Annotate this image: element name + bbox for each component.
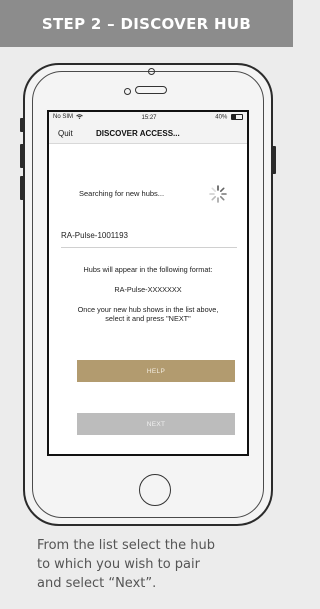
proximity-sensor xyxy=(124,88,131,95)
phone-screen: No SIM 15:27 40% Quit DISCOVER ACCESS...… xyxy=(47,110,249,456)
battery-percent: 40% xyxy=(215,114,228,121)
phone-volume-up-button xyxy=(20,144,24,168)
home-button[interactable] xyxy=(139,474,171,506)
instruction-caption: From the list select the hub to which yo… xyxy=(37,536,277,593)
status-time: 15:27 xyxy=(141,114,157,121)
battery-icon xyxy=(230,114,243,121)
caption-line-3: and select “Next”. xyxy=(37,576,157,591)
step-title: STEP 2 – DISCOVER HUB xyxy=(41,14,252,33)
earpiece-speaker xyxy=(135,86,167,94)
nav-title: DISCOVER ACCESS... xyxy=(96,128,180,138)
camera-icon xyxy=(148,68,155,75)
phone-mute-switch xyxy=(20,118,24,132)
caption-line-1: From the list select the hub xyxy=(37,538,215,553)
hub-list-divider xyxy=(61,247,237,248)
status-battery-group: 40% xyxy=(215,114,243,121)
searching-text: Searching for new hubs... xyxy=(79,189,165,198)
caption-line-2: to which you wish to pair xyxy=(37,557,200,572)
status-bar: No SIM 15:27 40% xyxy=(49,112,247,123)
quit-button[interactable]: Quit xyxy=(49,129,96,138)
format-info-text: Hubs will appear in the following format… xyxy=(83,265,213,274)
instruction-line-1: Once your new hub shows in the list abov… xyxy=(77,305,219,314)
step-header: STEP 2 – DISCOVER HUB xyxy=(0,0,293,47)
hub-list-item[interactable]: RA-Pulse-1001193 xyxy=(61,231,241,240)
phone-volume-down-button xyxy=(20,176,24,200)
nav-bar: Quit DISCOVER ACCESS... xyxy=(49,123,247,144)
search-status-row: Searching for new hubs... xyxy=(49,184,247,204)
status-carrier-group: No SIM xyxy=(53,114,83,121)
wifi-icon xyxy=(75,114,83,120)
help-button[interactable]: HELP xyxy=(77,360,235,382)
loading-spinner-icon xyxy=(209,185,227,203)
next-button[interactable]: NEXT xyxy=(77,413,235,435)
format-example-text: RA-Pulse-XXXXXXX xyxy=(114,285,182,294)
instruction-line-2: select it and press "NEXT" xyxy=(105,314,191,323)
help-button-label: HELP xyxy=(146,367,166,375)
next-button-label: NEXT xyxy=(146,420,166,428)
carrier-label: No SIM xyxy=(53,114,74,121)
phone-power-button xyxy=(272,146,276,174)
